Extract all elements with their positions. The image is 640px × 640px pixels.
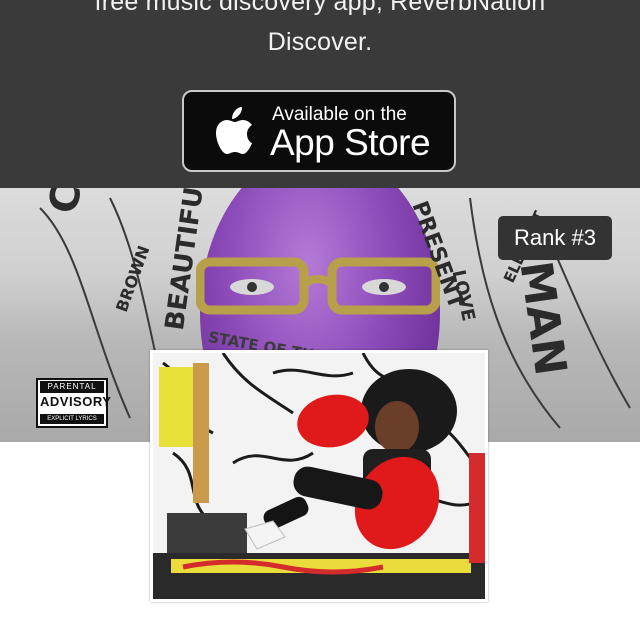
artist-photo [150, 350, 488, 602]
app-store-button[interactable]: Available on the App Store [182, 90, 456, 172]
advisory-line-2: ADVISORY [40, 394, 112, 409]
artist-photo-image [153, 353, 485, 599]
rank-badge: Rank #3 [498, 216, 612, 260]
promo-header: free music discovery app, ReverbNation D… [0, 0, 640, 188]
artwork-glasses [196, 257, 440, 315]
parental-advisory-logo: PARENTAL ADVISORY EXPLICIT LYRICS [36, 378, 112, 428]
promo-text-line-2: Discover. [267, 28, 373, 56]
advisory-line-3: EXPLICIT LYRICS [40, 414, 104, 424]
advisory-line-1: PARENTAL [40, 381, 104, 393]
promo-text-line-1: free music discovery app, ReverbNation [94, 0, 546, 16]
app-store-big-text: App Store [270, 122, 431, 163]
apple-icon [216, 107, 252, 154]
